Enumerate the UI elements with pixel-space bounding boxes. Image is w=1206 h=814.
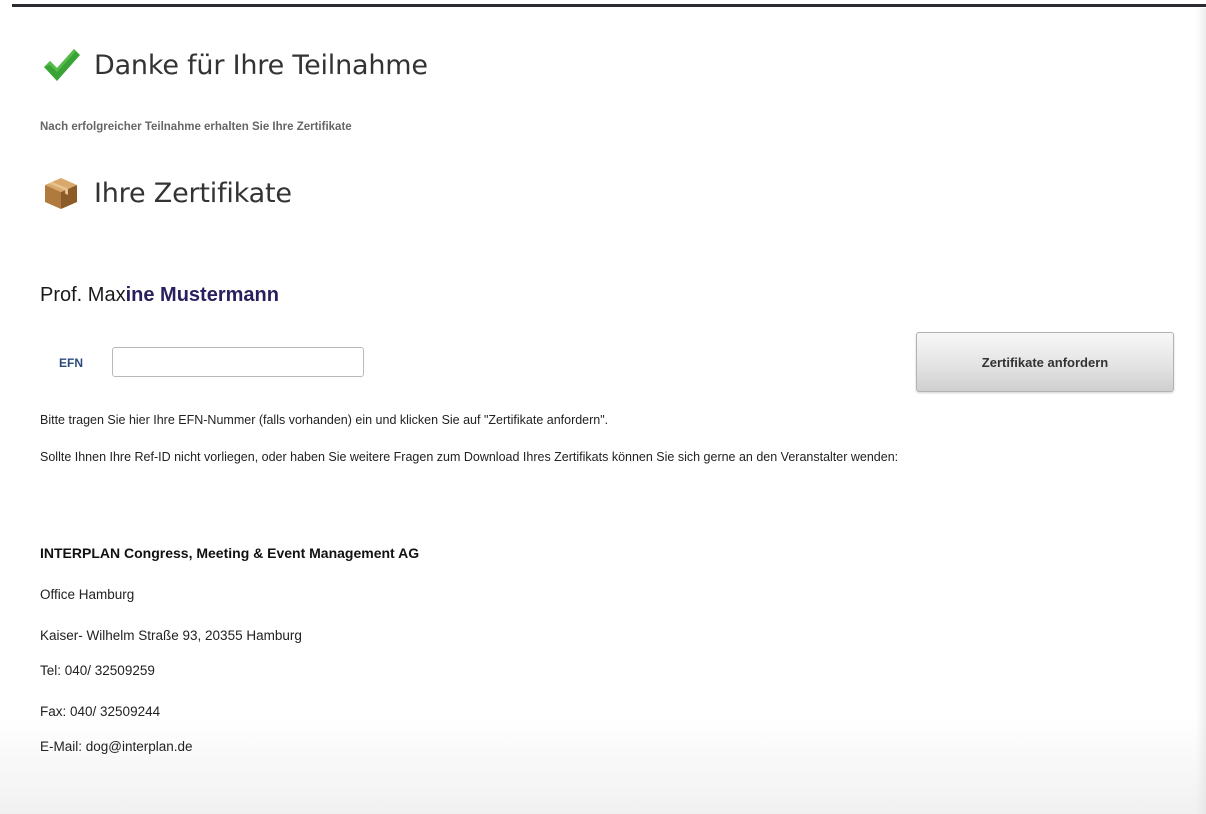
thanks-heading: Danke für Ihre Teilnahme <box>40 44 428 86</box>
intro-note: Nach erfolgreicher Teilnahme erhalten Si… <box>40 121 352 133</box>
thanks-title: Danke für Ihre Teilnahme <box>94 49 428 81</box>
certificates-heading: Ihre Zertifikate <box>40 172 292 214</box>
organization-name: INTERPLAN Congress, Meeting & Event Mana… <box>40 545 420 561</box>
participant-name-rest: ine Mustermann <box>125 284 279 306</box>
efn-instructions: Bitte tragen Sie hier Ihre EFN-Nummer (f… <box>40 413 609 427</box>
fax-number: Fax: 040/ 32509244 <box>40 704 161 719</box>
office-name: Office Hamburg <box>40 587 135 602</box>
telephone-number: Tel: 040/ 32509259 <box>40 663 155 678</box>
efn-input[interactable] <box>112 347 364 377</box>
package-box-icon <box>40 172 82 214</box>
contact-instructions: Sollte Ihnen Ihre Ref-ID nicht vorliegen… <box>40 450 899 464</box>
checkmark-icon <box>40 44 82 86</box>
certificate-page: Danke für Ihre Teilnahme Nach erfolgreic… <box>0 0 1206 814</box>
participant-name-prefix: Prof. Max <box>40 284 126 306</box>
request-certificates-button[interactable]: Zertifikate anfordern <box>916 332 1174 392</box>
participant-name: Prof. Maxine Mustermann <box>40 284 279 307</box>
email-address: E-Mail: dog@interplan.de <box>40 739 193 754</box>
top-divider <box>12 4 1206 7</box>
efn-label: EFN <box>59 356 83 370</box>
certificates-title: Ihre Zertifikate <box>94 177 292 209</box>
office-address: Kaiser- Wilhelm Straße 93, 20355 Hamburg <box>40 628 302 643</box>
page-edge-shadow <box>1196 8 1206 814</box>
